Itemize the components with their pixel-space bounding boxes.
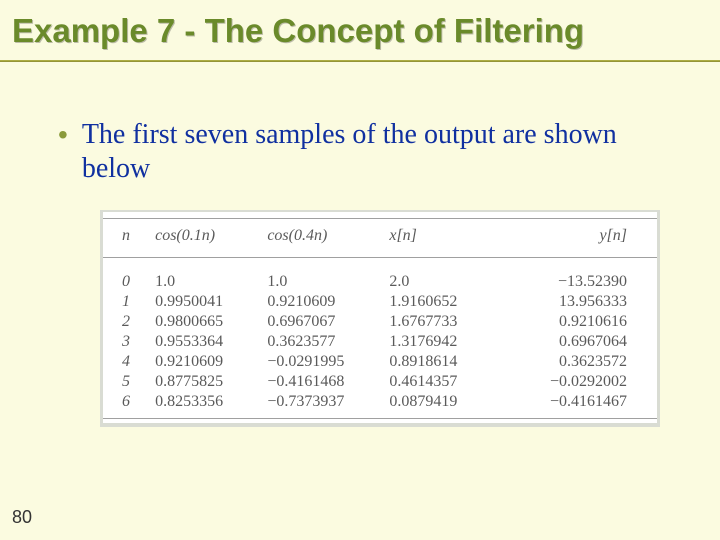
cell: 0.8253356 <box>149 392 261 412</box>
cell: 0.6967067 <box>261 312 383 332</box>
title-underline <box>0 60 720 62</box>
cell: 0.3623577 <box>261 332 383 352</box>
cell: 0.8918614 <box>383 352 503 372</box>
data-table: n cos(0.1n) cos(0.4n) x[n] y[n] 0 1.0 1.… <box>103 225 657 412</box>
cell: −13.52390 <box>503 272 657 292</box>
cell: −0.0292002 <box>503 372 657 392</box>
table-rule-mid <box>103 257 657 258</box>
col-header-c2: cos(0.4n) <box>261 225 383 253</box>
page-number: 80 <box>12 507 32 528</box>
table-row: 2 0.9800665 0.6967067 1.6767733 0.921061… <box>103 312 657 332</box>
bullet-mark-icon: • <box>58 118 68 152</box>
cell: −0.7373937 <box>261 392 383 412</box>
cell: 1.6767733 <box>383 312 503 332</box>
table-row: 6 0.8253356 −0.7373937 0.0879419 −0.4161… <box>103 392 657 412</box>
cell: 1 <box>103 292 149 312</box>
cell: 0.0879419 <box>383 392 503 412</box>
table-row: 1 0.9950041 0.9210609 1.9160652 13.95633… <box>103 292 657 312</box>
table-body: 0 1.0 1.0 2.0 −13.52390 1 0.9950041 0.92… <box>103 272 657 412</box>
cell: 0.9210616 <box>503 312 657 332</box>
cell: 0.3623572 <box>503 352 657 372</box>
cell: 1.0 <box>261 272 383 292</box>
table-rule-bottom <box>103 418 657 419</box>
cell: 2 <box>103 312 149 332</box>
slide: Example 7 - The Concept of Filtering • T… <box>0 0 720 540</box>
cell: 3 <box>103 332 149 352</box>
cell: 5 <box>103 372 149 392</box>
cell: −0.4161467 <box>503 392 657 412</box>
cell: 0.8775825 <box>149 372 261 392</box>
cell: −0.0291995 <box>261 352 383 372</box>
slide-title: Example 7 - The Concept of Filtering <box>12 12 708 50</box>
cell: 13.956333 <box>503 292 657 312</box>
cell: 6 <box>103 392 149 412</box>
cell: 0.9950041 <box>149 292 261 312</box>
table-row: 5 0.8775825 −0.4161468 0.4614357 −0.0292… <box>103 372 657 392</box>
cell: 1.9160652 <box>383 292 503 312</box>
bullet-item: • The first seven samples of the output … <box>58 118 680 186</box>
data-table-container: n cos(0.1n) cos(0.4n) x[n] y[n] 0 1.0 1.… <box>100 210 660 427</box>
cell: −0.4161468 <box>261 372 383 392</box>
table-row: 3 0.9553364 0.3623577 1.3176942 0.696706… <box>103 332 657 352</box>
cell: 0 <box>103 272 149 292</box>
cell: 0.9800665 <box>149 312 261 332</box>
table-row: 0 1.0 1.0 2.0 −13.52390 <box>103 272 657 292</box>
cell: 0.6967064 <box>503 332 657 352</box>
bullet-text: The first seven samples of the output ar… <box>82 118 680 186</box>
cell: 0.4614357 <box>383 372 503 392</box>
col-header-x: x[n] <box>383 225 503 253</box>
col-header-n: n <box>103 225 149 253</box>
cell: 0.9210609 <box>149 352 261 372</box>
cell: 4 <box>103 352 149 372</box>
table-header-row: n cos(0.1n) cos(0.4n) x[n] y[n] <box>103 225 657 253</box>
slide-body: • The first seven samples of the output … <box>58 118 680 186</box>
table-rule-top <box>103 218 657 219</box>
cell: 1.3176942 <box>383 332 503 352</box>
table-row: 4 0.9210609 −0.0291995 0.8918614 0.36235… <box>103 352 657 372</box>
cell: 1.0 <box>149 272 261 292</box>
col-header-y: y[n] <box>503 225 657 253</box>
col-header-c1: cos(0.1n) <box>149 225 261 253</box>
cell: 0.9210609 <box>261 292 383 312</box>
cell: 0.9553364 <box>149 332 261 352</box>
cell: 2.0 <box>383 272 503 292</box>
